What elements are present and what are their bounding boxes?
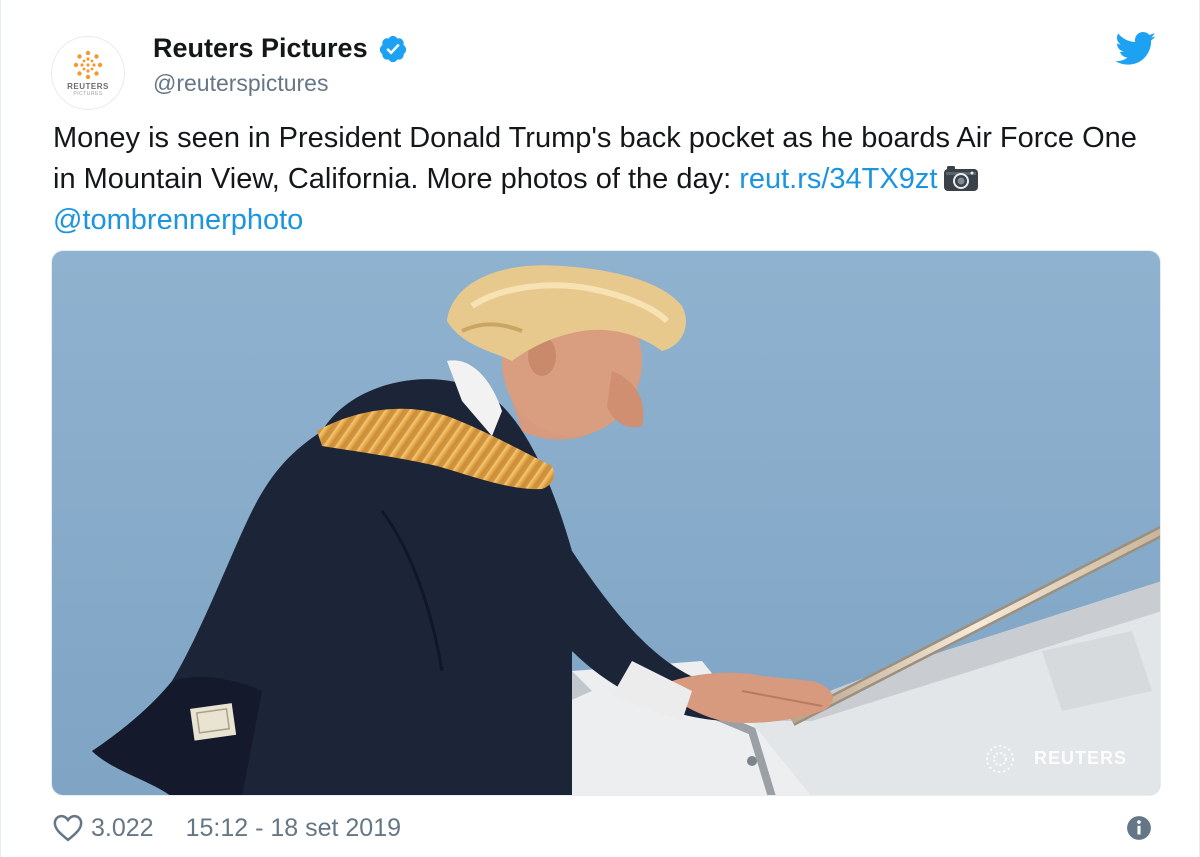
tweet-mention[interactable]: @tombrennerphoto	[53, 204, 303, 236]
tweet-timestamp[interactable]: 15:12 - 18 set 2019	[186, 814, 401, 843]
tweet-card: REUTERS PICTURES Reuters Pictures @reute…	[0, 0, 1200, 857]
tweet-link[interactable]: reut.rs/34TX9zt	[739, 163, 937, 195]
avatar[interactable]: REUTERS PICTURES	[51, 36, 125, 110]
user-handle[interactable]: @reuterspictures	[153, 70, 328, 97]
display-name-text: Reuters Pictures	[153, 33, 368, 63]
twitter-bird-icon[interactable]	[1115, 32, 1157, 66]
photo-illustration	[52, 251, 1160, 795]
tweet-footer: 3.022 15:12 - 18 set 2019	[53, 808, 401, 848]
tweet-text: Money is seen in President Donald Trump'…	[53, 118, 1163, 241]
like-count: 3.022	[91, 813, 154, 842]
verified-badge-icon	[379, 35, 406, 62]
tweet-photo[interactable]: REUTERS	[51, 250, 1161, 796]
camera-icon	[944, 166, 979, 191]
avatar-logo-subtext: PICTURES	[73, 91, 103, 97]
display-name[interactable]: Reuters Pictures	[153, 33, 408, 64]
avatar-logo-text: REUTERS	[67, 82, 109, 91]
photo-watermark: REUTERS	[1034, 748, 1128, 768]
reuters-logo-icon	[73, 50, 103, 80]
info-icon[interactable]	[1126, 815, 1152, 841]
heart-icon[interactable]	[53, 814, 83, 842]
